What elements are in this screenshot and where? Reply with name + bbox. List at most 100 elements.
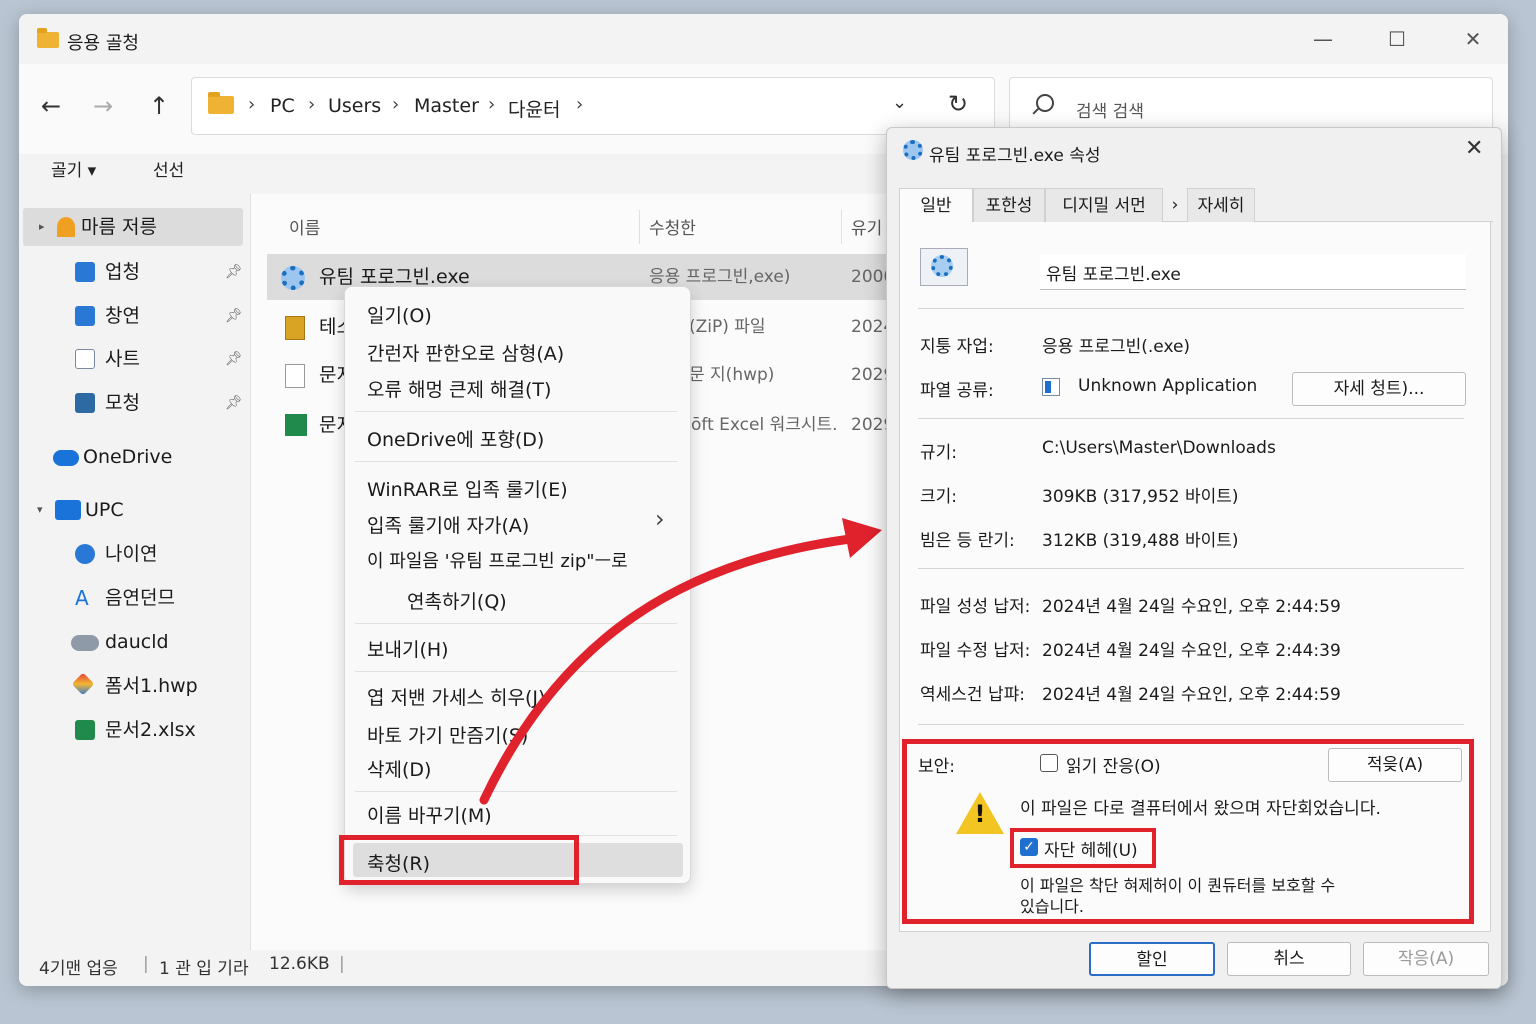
divider [918,418,1464,419]
sidebar-item-onedrive[interactable]: OneDrive [19,438,251,476]
size-on-disk-label: 빔은 등 란기: [920,531,1015,551]
menu-item-compress-zip[interactable]: 이 파일음 '유팀 프로그빈 zip"ㅡ로 [367,547,628,573]
menu-item-add-to-archive[interactable]: 입족 룰기애 자가(A) [367,511,529,538]
menu-item-open[interactable]: 일기(O) [367,301,432,328]
sidebar-item-pc-2[interactable]: A 음연던므 [19,579,251,617]
menu-item-send-to[interactable]: 보내기(H) [367,635,449,662]
menu-divider [355,671,677,672]
menu-item-delete[interactable]: 삭제(D) [367,755,431,782]
column-divider[interactable] [841,210,842,244]
tab-strip: 일반 포한성 디지밀 서먼 › 자세히 [899,188,1493,223]
size-value: 309KB (317,952 바이트) [1042,487,1239,507]
network-icon [75,544,95,564]
sidebar-item-label: 음연던므 [105,587,175,609]
menu-item-rename[interactable]: 이름 바꾸기(M) [367,801,492,828]
sidebar-item-pictures[interactable]: 모청 📌︎ [19,384,251,422]
hwp-file-icon [285,364,305,388]
sidebar-item-pc-1[interactable]: 나이연 [19,535,251,573]
pin-icon[interactable]: 📌︎ [225,340,243,378]
application-icon [1042,378,1060,396]
new-button[interactable]: 골기 ▾ [51,156,96,181]
chevron-down-icon[interactable]: ⌄ [892,92,907,113]
menu-item-create-shortcut[interactable]: 바토 가기 만즘기(S) [367,721,528,748]
pin-icon[interactable]: 📌︎ [225,297,243,335]
sidebar-item-quick-access[interactable]: ▸ 마름 저릉 [23,208,243,246]
location-value: C:\Users\Master\Downloads [1042,438,1276,458]
close-button[interactable]: ✕ [1453,26,1493,52]
menu-item-restore[interactable]: 엽 저밴 가세스 히우(J) [367,683,545,710]
breadcrumb-downloads[interactable]: 다윤터 [508,95,560,122]
menu-item-onedrive[interactable]: OneDrive에 포향(D) [367,425,544,452]
ok-button[interactable]: 할인 [1089,942,1215,976]
filename-field[interactable]: 유팀 포로그빈.exe [1040,254,1466,290]
highlight-box-properties [339,835,579,885]
maximize-button[interactable]: ☐ [1377,26,1417,52]
excel-file-icon [285,414,307,436]
tab-compatibility[interactable]: 포한성 [973,188,1045,222]
dialog-title: 유팀 포로그빈.exe 속성 [929,146,1101,166]
forward-arrow-icon[interactable]: → [85,91,121,121]
address-bar[interactable]: › PC › Users › Master › 다윤터 › ⌄ ↻ [191,77,995,135]
sidebar-item-downloads[interactable]: 창연 📌︎ [19,297,251,335]
size-label: 크기: [920,487,958,507]
refresh-icon[interactable]: ↻ [948,90,968,118]
minimize-button[interactable]: — [1303,26,1343,52]
opens-with-label: 파열 공류: [920,381,994,401]
select-button[interactable]: 선선 [153,156,184,181]
desktop-icon [75,262,95,282]
status-divider: | [339,954,345,974]
status-divider: | [143,954,149,974]
cancel-button[interactable]: 취스 [1227,942,1351,976]
menu-item-winrar-extract[interactable]: WinRAR로 입족 룰기(E) [367,475,568,502]
chevron-down-icon: ▾ [37,503,43,516]
breadcrumb-master[interactable]: Master [414,95,479,117]
column-header-type[interactable]: 유기 [851,214,882,239]
chevron-right-icon: › [308,94,316,115]
menu-item-run-as-admin[interactable]: 간런자 판한오로 삼형(A) [367,339,564,366]
change-button[interactable]: 자세 청트)... [1292,372,1466,406]
chevron-right-icon: › [392,94,400,115]
accessed-value: 2024년 4월 24일 수요인, 오후 2:44:59 [1042,685,1341,705]
item-count: 4기맨 업응 [39,959,118,979]
modified-value: 2024년 4월 24일 수요인, 오후 2:44:39 [1042,641,1341,661]
pin-icon[interactable]: 📌︎ [225,384,243,422]
sidebar-item-pc-3[interactable]: daucld [19,623,251,661]
type-value: 응용 프로그빈(.exe) [1042,337,1191,357]
context-menu: 일기(O) 간런자 판한오로 삼형(A) 오류 해멍 큰제 해결(T) OneD… [344,286,691,884]
menu-divider [355,461,677,462]
sidebar-item-this-pc[interactable]: ▾ UPC [19,491,251,529]
breadcrumb-users[interactable]: Users [328,95,381,117]
menu-item-troubleshoot[interactable]: 오류 해멍 큰제 해결(T) [367,375,551,402]
folder-icon [37,28,59,48]
chevron-right-icon: › [576,94,584,115]
divider [918,724,1464,725]
tab-details[interactable]: 자세히 [1187,188,1255,222]
breadcrumb-pc[interactable]: PC [270,95,295,117]
sidebar-item-label: OneDrive [83,446,173,468]
window-title: 응용 골청 [67,33,139,54]
sidebar-item-pc-5[interactable]: 문서2.xlsx [19,711,251,749]
sidebar-item-pc-4[interactable]: 폼서1.hwp [19,667,251,705]
apply-button[interactable]: 작응(A) [1363,942,1489,976]
up-arrow-icon[interactable]: ↑ [141,91,177,121]
back-arrow-icon[interactable]: ← [33,91,69,121]
opens-with-value: Unknown Application [1078,376,1258,396]
sidebar-item-label: 문서2.xlsx [105,719,196,741]
selected-count: 1 관 입 기라 [159,959,249,979]
column-header-modified[interactable]: 수청한 [649,214,696,239]
chevron-right-icon[interactable]: › [1163,188,1187,222]
cloud-icon [71,635,99,651]
chevron-right-icon: › [655,505,665,533]
tab-digital-signatures[interactable]: 디지밀 서먼 [1045,188,1163,222]
close-icon[interactable]: ✕ [1465,136,1483,161]
chevron-down-icon: ▸ [39,220,45,233]
pin-icon[interactable]: 📌︎ [225,253,243,291]
tab-general[interactable]: 일반 [899,188,973,223]
sidebar-item-desktop[interactable]: 업청 📌︎ [19,253,251,291]
column-divider[interactable] [639,210,640,244]
hwp-file-icon [71,672,95,696]
column-header-name[interactable]: 이름 [289,214,320,239]
sidebar-item-documents[interactable]: 사트 📌︎ [19,340,251,378]
menu-item-compress-continue[interactable]: 연촉하기(Q) [407,587,507,614]
menu-divider [355,623,677,624]
